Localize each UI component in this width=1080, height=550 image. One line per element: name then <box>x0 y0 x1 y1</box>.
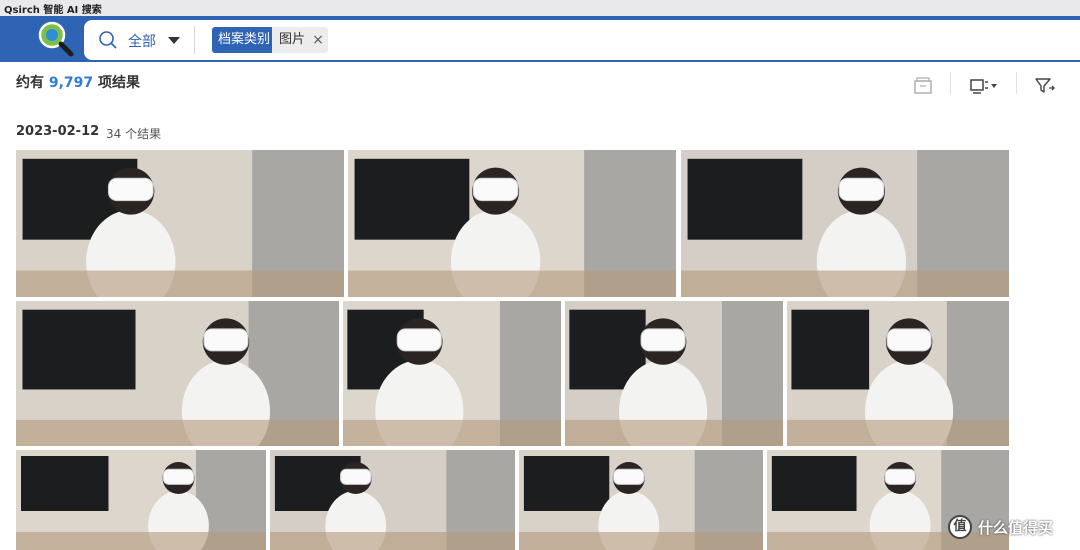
results-suffix: 项结果 <box>98 75 141 91</box>
watermark-logo-icon: 值 <box>948 515 972 539</box>
search-icon[interactable] <box>98 30 118 50</box>
search-header: 全部 档案类别 图片 × <box>0 16 1080 62</box>
filter-chip-key[interactable]: 档案类别 <box>212 27 277 53</box>
photo-thumbnail[interactable] <box>681 150 1009 297</box>
photo-thumbnail[interactable] <box>565 301 783 446</box>
app-title: Qsirch 智能 AI 搜索 <box>4 5 102 16</box>
remove-filter-icon[interactable]: × <box>310 27 326 53</box>
photo-thumbnail[interactable] <box>787 301 1009 446</box>
photo-thumbnail[interactable] <box>519 450 763 550</box>
photo-thumbnail[interactable] <box>343 301 561 446</box>
photo-thumbnail[interactable] <box>16 150 344 297</box>
watermark: 值 什么值得买 <box>948 514 1053 540</box>
archive-icon[interactable] <box>912 76 934 96</box>
photo-thumbnail[interactable] <box>16 301 339 446</box>
toolbar-separator <box>1016 72 1017 94</box>
photo-thumbnail[interactable] <box>270 450 515 550</box>
watermark-text: 什么值得买 <box>978 518 1054 537</box>
results-prefix: 约有 <box>16 75 44 91</box>
window-titlebar: Qsirch 智能 AI 搜索 <box>0 0 1080 16</box>
photo-thumbnail[interactable] <box>16 450 266 550</box>
search-scope-select[interactable]: 全部 <box>128 31 156 51</box>
group-date: 2023-02-12 <box>16 124 100 139</box>
results-number: 9,797 <box>48 75 94 91</box>
search-bar[interactable]: 全部 档案类别 图片 × <box>84 20 1080 60</box>
chevron-down-icon[interactable] <box>168 37 180 44</box>
qsirch-logo-icon[interactable] <box>36 20 76 58</box>
search-divider <box>194 26 195 54</box>
group-count: 34 个结果 <box>106 127 162 141</box>
photo-thumbnail[interactable] <box>348 150 676 297</box>
filter-icon[interactable] <box>1034 76 1056 96</box>
results-count: 约有 9,797 项结果 <box>16 72 140 92</box>
toolbar-separator <box>950 72 951 94</box>
view-mode-icon[interactable] <box>968 76 1000 96</box>
